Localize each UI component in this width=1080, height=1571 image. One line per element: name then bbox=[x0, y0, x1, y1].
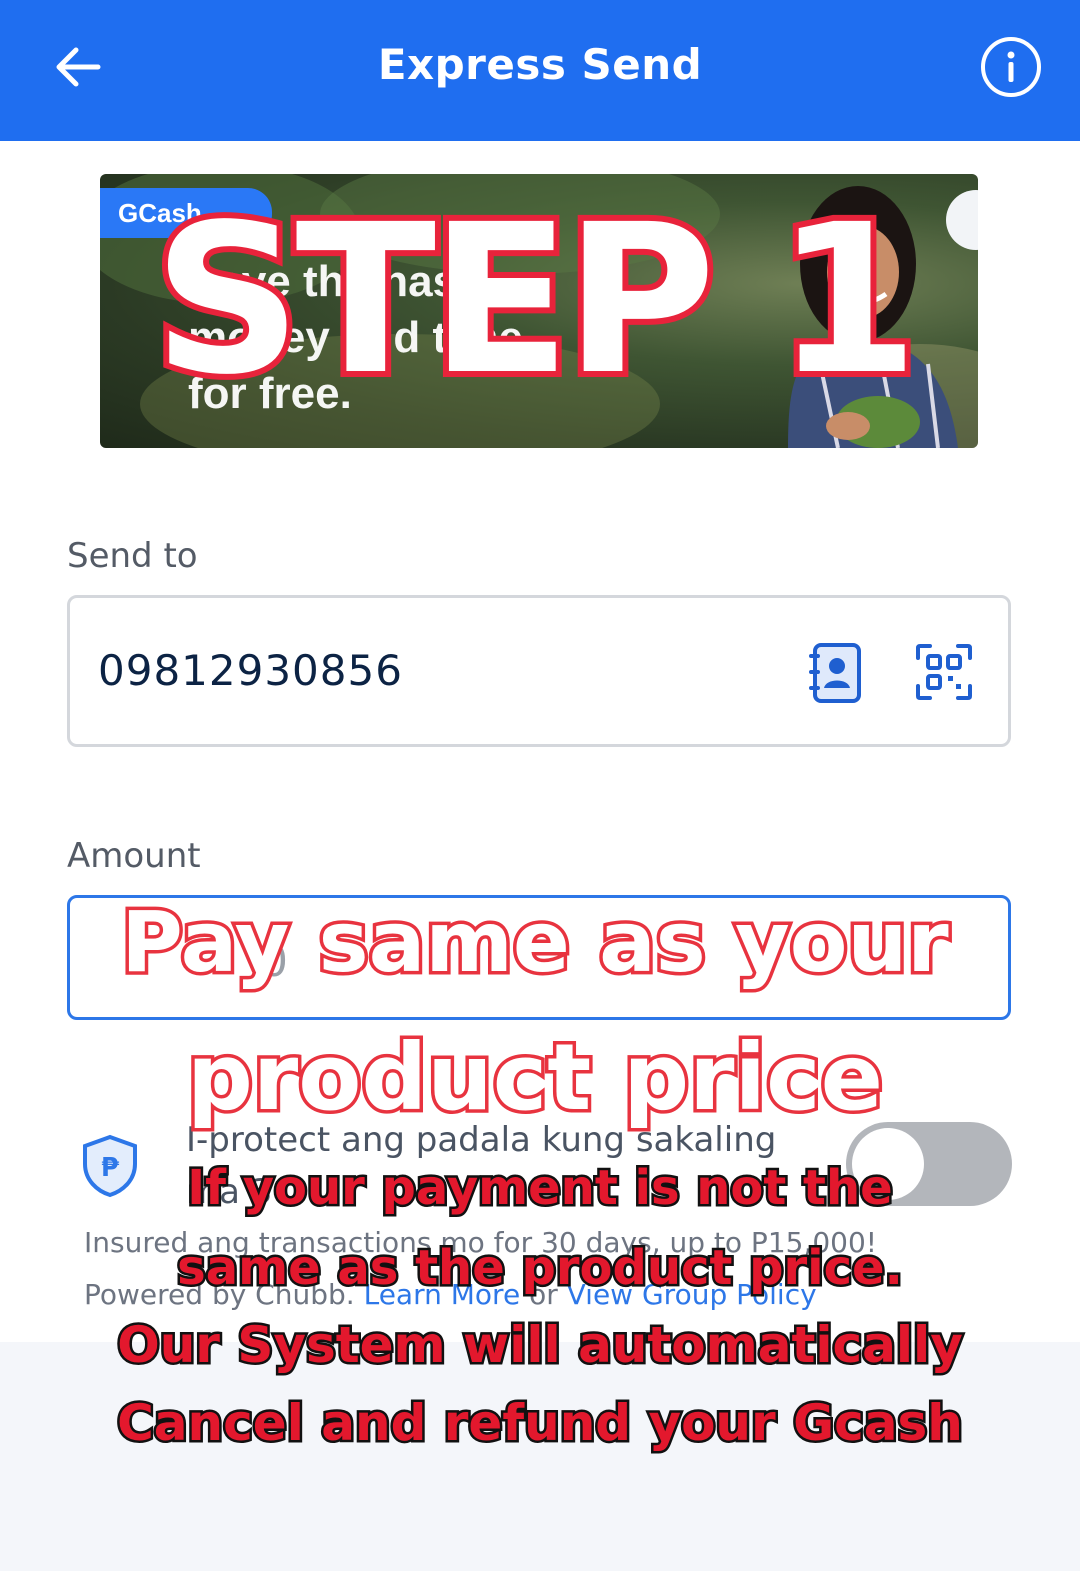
overlay-warning-line4: Cancel and refund your Gcash bbox=[115, 1392, 966, 1455]
overlay-warning-line2: same as the product price. bbox=[175, 1238, 906, 1299]
overlay-warning-line3: Our System will automatically bbox=[115, 1314, 966, 1377]
overlay-pay-line1: Pay same as your bbox=[118, 890, 952, 995]
page-title: Express Send bbox=[377, 40, 703, 89]
amount-label: Amount bbox=[67, 836, 201, 876]
app-header: Express Send bbox=[0, 0, 1080, 141]
bottom-panel bbox=[0, 1342, 1080, 1571]
send-to-field[interactable]: 09812930856 bbox=[67, 595, 1011, 747]
info-icon[interactable] bbox=[980, 36, 1042, 98]
overlay-pay-line2: product price bbox=[183, 1021, 886, 1135]
step-overlay-title: STEP 1 bbox=[147, 180, 925, 420]
send-to-label: Send to bbox=[67, 536, 198, 576]
overlay-warning-line1: If your payment is not the bbox=[185, 1158, 895, 1219]
send-to-value: 09812930856 bbox=[98, 646, 403, 695]
qr-scan-icon[interactable] bbox=[914, 642, 974, 702]
contacts-icon[interactable] bbox=[808, 642, 864, 704]
